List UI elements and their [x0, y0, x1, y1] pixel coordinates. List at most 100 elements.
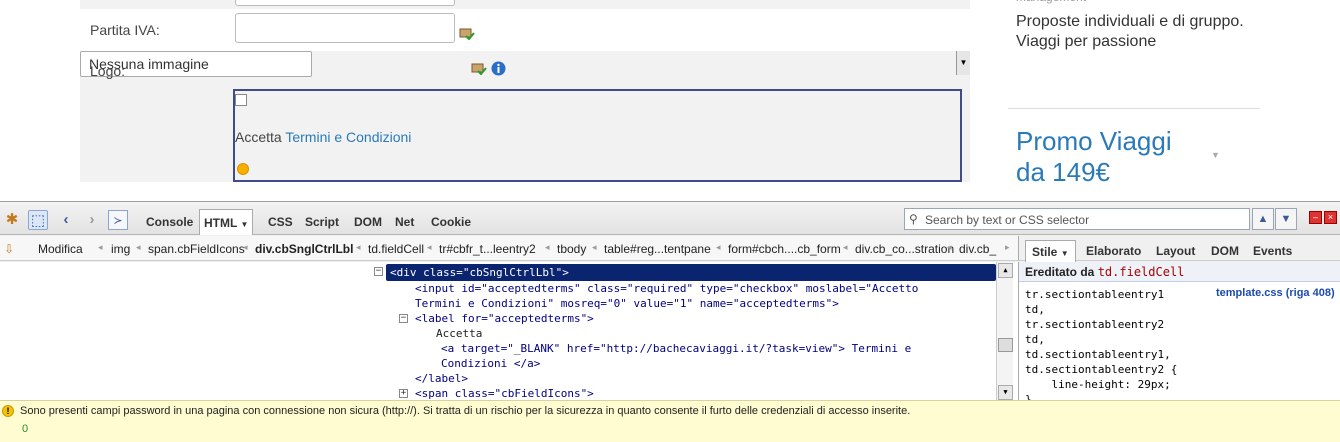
tab-html[interactable]: HTML ▼ [199, 209, 254, 235]
breadcrumb-item[interactable]: div.cb_co...stration [855, 242, 954, 256]
html-line-5[interactable]: Accetta [436, 326, 482, 341]
firebug-toolbar: ✱ ⬚ ‹ › ≻ Console HTML ▼ CSS Script DOM … [0, 202, 1340, 235]
breadcrumb-item[interactable]: form#cbch....cb_form [728, 242, 841, 256]
chevron-left-icon: ◂ [427, 242, 432, 252]
form-row-partita-iva: Partita IVA: [80, 10, 970, 51]
css-property-line[interactable]: line-height: 29px; [1025, 377, 1170, 392]
tab-side-dom[interactable]: DOM [1211, 244, 1239, 258]
terms-highlight-box: Accetta Termini e Condizioni [233, 89, 962, 182]
css-line[interactable]: td.sectiontableentry2 { [1025, 362, 1177, 377]
breadcrumb-item[interactable]: td.fieldCell [368, 242, 424, 256]
html-line-4[interactable]: <label for="acceptedterms"> [415, 311, 594, 326]
inherited-selector[interactable]: td.fieldCell [1098, 265, 1185, 279]
scroll-up-icon[interactable]: ▲ [998, 263, 1013, 278]
side-panel-tabs: Stile ▼ Elaborato Layout DOM Events [1018, 236, 1340, 262]
sidebar-description: Proposte individuali e di gruppo. Viaggi… [1016, 12, 1276, 52]
tab-stile[interactable]: Stile ▼ [1025, 240, 1076, 262]
tab-layout[interactable]: Layout [1156, 244, 1195, 258]
html-line-1-val: "cbSnglCtrlLbl" [462, 266, 563, 279]
form-row-top [80, 0, 970, 10]
breadcrumb-item[interactable]: tr#cbfr_t...leentry2 [439, 242, 536, 256]
partita-iva-label: Partita IVA: [90, 22, 160, 38]
chevron-left-icon: ◂ [136, 242, 141, 252]
breadcrumb-item[interactable]: table#reg...tentpane [604, 242, 711, 256]
css-line[interactable]: tr.sectiontableentry1 [1025, 287, 1164, 302]
chevron-left-icon: ◂ [716, 242, 721, 252]
scroll-down-icon[interactable]: ▼ [998, 385, 1013, 400]
info-icon[interactable] [491, 61, 506, 76]
expand-toggle[interactable]: + [399, 389, 408, 398]
accept-terms-checkbox[interactable] [235, 94, 247, 106]
chevron-left-icon: ◂ [947, 242, 952, 252]
sidebar-desc-line2: Viaggi per passione [1016, 33, 1157, 50]
registration-form: Partita IVA: Logo: Nessuna immagine ▼ Ac… [80, 0, 970, 182]
html-line-8[interactable]: </label> [415, 371, 468, 386]
chevron-right-icon[interactable]: ▸ [1005, 242, 1010, 253]
tab-net[interactable]: Net [395, 215, 414, 229]
scroll-thumb[interactable] [998, 338, 1013, 352]
tab-cookie[interactable]: Cookie [431, 215, 471, 229]
tab-html-label: HTML [204, 216, 238, 230]
promo-title[interactable]: Promo Viaggi da 149€ [1016, 126, 1206, 188]
form-row-logo: Logo: Nessuna immagine ▼ [80, 51, 970, 89]
notification-count: 0 [22, 423, 29, 435]
breadcrumb-item[interactable]: tbody [557, 242, 586, 256]
terms-link[interactable]: Termini e Condizioni [285, 129, 411, 145]
html-line-1[interactable]: <div class="cbSnglCtrlLbl"> [390, 265, 569, 280]
breadcrumb-item[interactable]: img [111, 242, 130, 256]
css-source-link[interactable]: template.css (riga 408) [1216, 287, 1335, 299]
close-icon[interactable]: × [1324, 211, 1337, 224]
collapse-toggle[interactable]: − [374, 267, 383, 276]
html-tree-panel: − <div class="cbSnglCtrlLbl"> <input id=… [0, 262, 1018, 401]
minimize-icon[interactable]: – [1309, 211, 1322, 224]
chevron-down-icon[interactable]: ▼ [1211, 150, 1220, 160]
breadcrumb-item-selected[interactable]: div.cbSnglCtrlLbl [255, 242, 353, 256]
vertical-scrollbar[interactable]: ▲ ▼ [996, 262, 1013, 401]
tab-css[interactable]: CSS [268, 215, 293, 229]
edit-mode-icon[interactable]: ⇩ [4, 242, 14, 256]
sidebar-top-text: management [1016, 0, 1086, 4]
search-next-icon[interactable]: ▼ [1275, 208, 1297, 230]
chevron-down-icon: ▼ [240, 220, 249, 229]
css-line[interactable]: tr.sectiontableentry2 [1025, 317, 1164, 332]
chevron-left-icon: ◂ [356, 242, 361, 252]
inherited-label: Ereditato da [1025, 265, 1095, 279]
chevron-left-icon: ◂ [843, 242, 848, 252]
modifica-button[interactable]: Modifica [38, 242, 83, 256]
partita-iva-input[interactable] [235, 13, 455, 43]
promo-line1: Promo Viaggi [1016, 126, 1172, 156]
back-arrow-icon[interactable]: ‹ [56, 210, 76, 230]
search-prev-icon[interactable]: ▲ [1252, 208, 1274, 230]
tab-dom[interactable]: DOM [354, 215, 382, 229]
html-line-1-tag: <div [390, 266, 417, 279]
firebug-search-input[interactable]: ⚲ Search by text or CSS selector [904, 208, 1250, 230]
firebug-bug-icon[interactable]: ✱ [2, 210, 22, 230]
tab-events[interactable]: Events [1253, 244, 1292, 258]
css-line[interactable]: td, [1025, 302, 1045, 317]
html-line-7[interactable]: Condizioni </a> [441, 356, 540, 371]
security-notification-bar: ! Sono presenti campi password in una pa… [0, 400, 1340, 442]
chevron-left-icon: ◂ [545, 242, 550, 252]
tab-stile-label: Stile [1032, 245, 1058, 259]
tab-elaborato[interactable]: Elaborato [1086, 244, 1141, 258]
html-line-6[interactable]: <a target="_BLANK" href="http://bachecav… [441, 341, 911, 356]
css-line[interactable]: td.sectiontableentry1, [1025, 347, 1171, 362]
html-line-3[interactable]: Termini e Condizioni" mosreq="0" value="… [415, 296, 839, 311]
search-placeholder: Search by text or CSS selector [925, 213, 1090, 227]
breadcrumb-item[interactable]: span.cbFieldIcons [148, 242, 245, 256]
command-line-icon[interactable]: ≻ [108, 210, 128, 230]
tab-console[interactable]: Console [146, 215, 193, 229]
html-line-9[interactable]: <span class="cbFieldIcons"> [415, 386, 594, 401]
chevron-down-icon[interactable]: ▼ [956, 51, 970, 75]
breadcrumb-item[interactable]: div.cb_ [959, 242, 996, 256]
inspect-icon[interactable]: ⬚ [28, 210, 48, 230]
html-line-2[interactable]: <input id="acceptedterms" class="require… [415, 281, 918, 296]
chevron-left-icon: ◂ [98, 242, 103, 252]
firebug-panel: ✱ ⬚ ‹ › ≻ Console HTML ▼ CSS Script DOM … [0, 201, 1340, 406]
collapse-toggle[interactable]: − [399, 314, 408, 323]
tab-script[interactable]: Script [305, 215, 339, 229]
forward-arrow-icon[interactable]: › [82, 210, 102, 230]
css-line[interactable]: td, [1025, 332, 1045, 347]
previous-field-input[interactable] [235, 0, 455, 6]
edit-icon [459, 27, 475, 41]
